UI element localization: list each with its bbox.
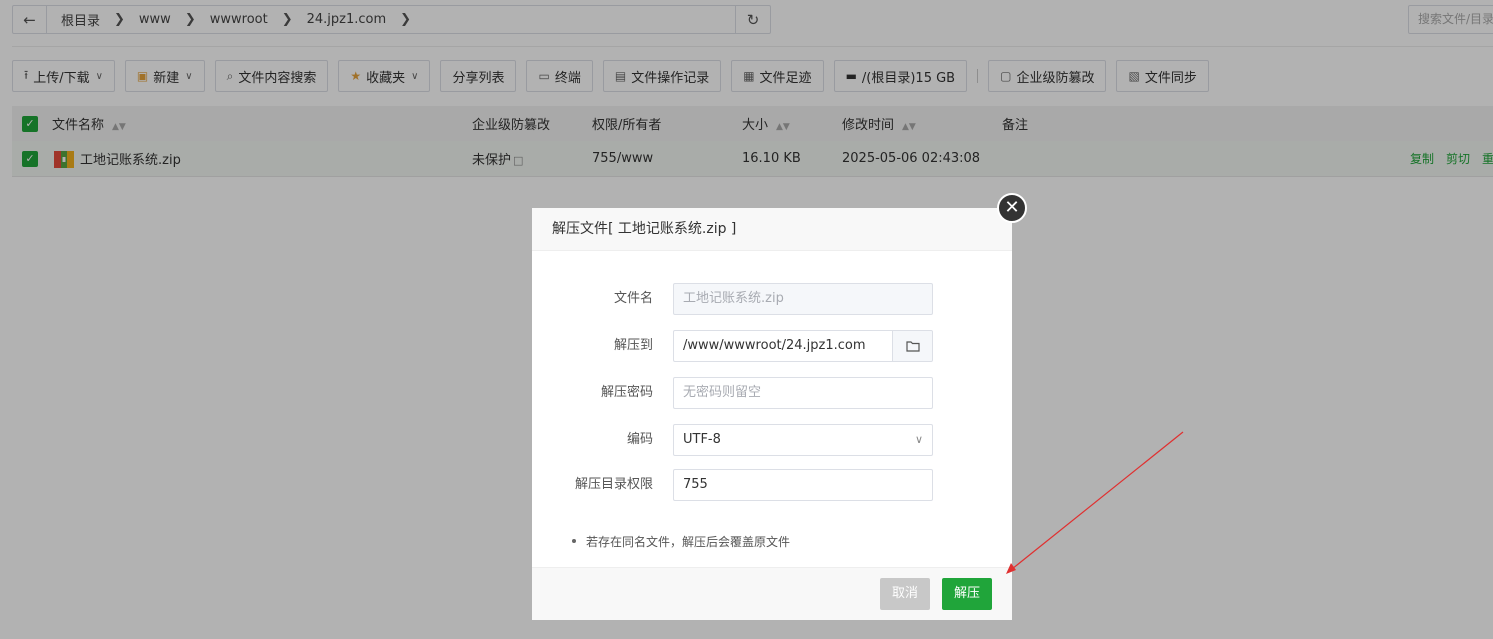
- overwrite-note-text: 若存在同名文件，解压后会覆盖原文件: [586, 535, 791, 549]
- folder-open-icon: [905, 341, 920, 352]
- password-label: 解压密码: [600, 385, 653, 400]
- overwrite-note: 若存在同名文件，解压后会覆盖原文件: [572, 533, 790, 550]
- dest-label: 解压到: [613, 338, 653, 353]
- perm-input[interactable]: 755: [673, 469, 933, 501]
- unzip-dialog: 解压文件[ 工地记账系统.zip ] ✕ 文件名 工地记账系统.zip 解压到 …: [532, 193, 1027, 620]
- chevron-down-icon: ∨: [914, 433, 923, 446]
- password-input[interactable]: 无密码则留空: [673, 377, 933, 409]
- encoding-row: 编码 UTF-8 ∨: [532, 424, 1012, 456]
- filename-input: 工地记账系统.zip: [673, 283, 933, 315]
- dialog-title: 解压文件[ 工地记账系统.zip ]: [532, 208, 1012, 251]
- bullet-icon: [572, 538, 576, 543]
- cancel-button[interactable]: 取消: [880, 578, 930, 610]
- encoding-label: 编码: [626, 432, 653, 447]
- password-row: 解压密码 无密码则留空: [532, 377, 1012, 409]
- unzip-button[interactable]: 解压: [942, 578, 992, 610]
- encoding-select[interactable]: UTF-8 ∨: [673, 424, 933, 456]
- filename-row: 文件名 工地记账系统.zip: [532, 283, 1012, 315]
- filename-label: 文件名: [613, 291, 653, 306]
- folder-icon[interactable]: [892, 331, 932, 361]
- dialog-footer: 取消 解压: [532, 567, 1012, 620]
- close-icon[interactable]: ✕: [997, 193, 1027, 223]
- perm-label: 解压目录权限: [574, 477, 653, 492]
- dest-input[interactable]: /www/wwwroot/24.jpz1.com: [673, 330, 933, 362]
- encoding-value: UTF-8: [683, 432, 721, 447]
- dest-value: /www/wwwroot/24.jpz1.com: [683, 338, 866, 353]
- perm-row: 解压目录权限 755: [532, 469, 1012, 501]
- dest-row: 解压到 /www/wwwroot/24.jpz1.com: [532, 330, 1012, 362]
